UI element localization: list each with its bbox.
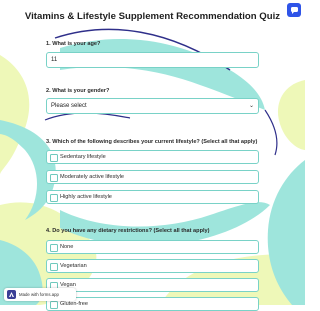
checkbox[interactable] xyxy=(50,262,58,271)
checkbox[interactable] xyxy=(50,243,58,252)
option-vegetarian[interactable]: Vegetarian xyxy=(46,259,259,273)
page-title: Vitamins & Lifestyle Supplement Recommen… xyxy=(24,11,281,22)
option-sedentary[interactable]: Sedentary lifestyle xyxy=(46,150,259,164)
option-label: Vegetarian xyxy=(60,263,87,269)
option-label: Moderately active lifestyle xyxy=(60,174,125,180)
checkbox[interactable] xyxy=(50,153,58,162)
option-gluten-free[interactable]: Gluten-free xyxy=(46,297,259,311)
option-none[interactable]: None xyxy=(46,240,259,254)
gender-select[interactable]: Please select ⌄ xyxy=(46,98,259,114)
question-2-label: 2. What is your gender? xyxy=(46,88,110,94)
made-with-badge[interactable]: Made with forms.app xyxy=(4,288,76,301)
quiz-form: Vitamins & Lifestyle Supplement Recommen… xyxy=(0,0,305,311)
checkbox[interactable] xyxy=(50,173,58,182)
question-4-label: 4. Do you have any dietary restrictions?… xyxy=(46,228,210,234)
question-3-label: 3. Which of the following describes your… xyxy=(46,139,258,145)
option-vegan[interactable]: Vegan xyxy=(46,278,259,292)
question-1-label: 1. What is your age? xyxy=(46,41,101,47)
badge-text: Made with forms.app xyxy=(19,292,59,297)
age-input[interactable]: 11 xyxy=(46,52,259,68)
forms-app-logo xyxy=(7,290,16,299)
option-highly-active[interactable]: Highly active lifestyle xyxy=(46,190,259,204)
checkbox[interactable] xyxy=(50,193,58,202)
option-moderately-active[interactable]: Moderately active lifestyle xyxy=(46,170,259,184)
option-label: Sedentary lifestyle xyxy=(60,154,106,160)
option-label: None xyxy=(60,244,74,250)
chevron-down-icon: ⌄ xyxy=(248,103,254,109)
gender-select-value: Please select xyxy=(51,103,87,109)
option-label: Highly active lifestyle xyxy=(60,194,112,200)
